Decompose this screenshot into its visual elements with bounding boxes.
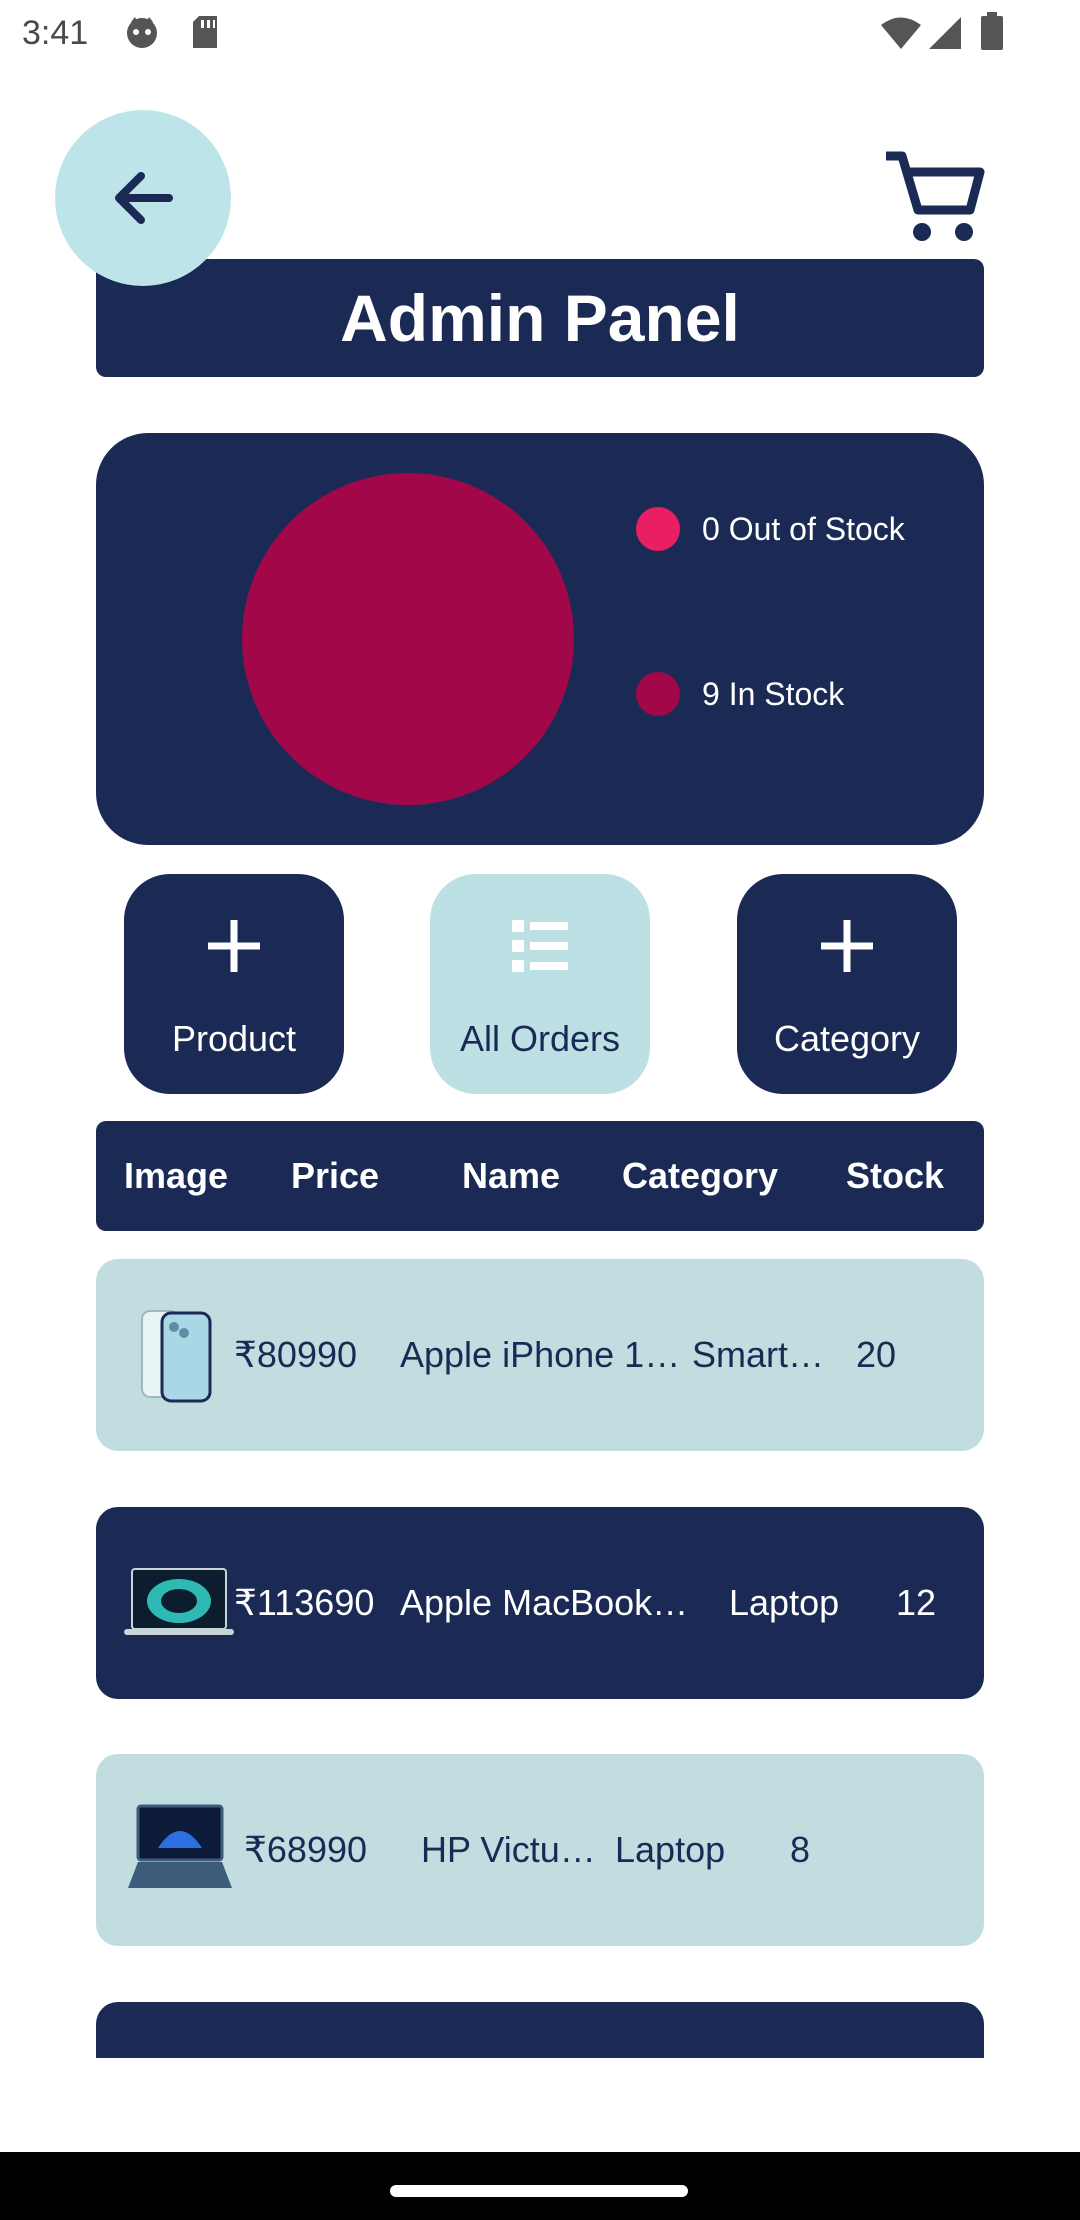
product-row[interactable]: ₹80990 Apple iPhone 1… Smart… 20	[96, 1259, 984, 1451]
table-header: Image Price Name Category Stock	[96, 1121, 984, 1231]
page-title: Admin Panel	[340, 281, 740, 355]
row-category: Laptop	[615, 1829, 726, 1870]
arrow-left-icon	[115, 172, 173, 224]
plus-icon	[821, 920, 873, 972]
add-category-button[interactable]: Category	[737, 874, 957, 1094]
all-orders-label: All Orders	[459, 1018, 621, 1059]
header-price: Price	[291, 1155, 380, 1196]
row-category: Smart…	[692, 1334, 825, 1375]
add-product-label: Product	[171, 1018, 297, 1059]
legend-in-stock: 9 In Stock	[636, 672, 844, 716]
add-product-button[interactable]: Product	[124, 874, 344, 1094]
row-name: Apple iPhone 1…	[400, 1334, 681, 1375]
plus-icon	[208, 920, 260, 972]
status-time: 3:41	[22, 14, 89, 52]
header-stock: Stock	[846, 1155, 945, 1196]
row-category: Laptop	[729, 1582, 840, 1623]
header-name: Name	[462, 1155, 561, 1196]
face-icon	[127, 17, 157, 48]
page-title-bar: Admin Panel	[96, 259, 984, 377]
legend-label-out-of-stock: 0 Out of Stock	[702, 510, 905, 547]
header-image: Image	[124, 1155, 229, 1196]
battery-icon	[981, 12, 1003, 50]
legend-dot-in-stock	[636, 672, 680, 716]
product-row[interactable]: ₹68990 HP Victu… Laptop 8	[96, 1754, 984, 1946]
product-row[interactable]: ₹113690 Apple MacBook… Laptop 12	[96, 1507, 984, 1699]
stock-chart-card: 0 Out of Stock 9 In Stock	[96, 433, 984, 845]
row-stock: 12	[896, 1582, 937, 1623]
row-price: ₹80990	[234, 1334, 358, 1375]
signal-icon	[929, 17, 961, 49]
list-icon	[512, 920, 568, 972]
row-name: Apple MacBook…	[400, 1582, 689, 1623]
home-handle[interactable]	[390, 2185, 688, 2197]
legend-label-in-stock: 9 In Stock	[702, 675, 845, 712]
all-orders-button[interactable]: All Orders	[430, 874, 650, 1094]
hp-laptop-thumbnail	[128, 1804, 232, 1888]
row-price: ₹68990	[244, 1829, 368, 1870]
legend-out-of-stock: 0 Out of Stock	[636, 507, 905, 551]
row-stock: 20	[856, 1334, 897, 1375]
add-category-label: Category	[773, 1018, 921, 1059]
row-price: ₹113690	[234, 1582, 375, 1623]
pie-slice-in-stock	[242, 473, 574, 805]
row-stock: 8	[790, 1829, 811, 1870]
cart-button[interactable]	[880, 148, 986, 244]
back-button[interactable]	[55, 110, 231, 286]
status-bar: 3:41	[0, 0, 1080, 66]
cart-icon	[886, 151, 985, 241]
header-category: Category	[622, 1155, 779, 1196]
sd-card-icon	[193, 16, 217, 48]
system-nav-bar	[0, 2152, 1080, 2220]
product-row[interactable]	[96, 2002, 984, 2058]
row-name: HP Victu…	[421, 1829, 596, 1870]
iphone-thumbnail	[141, 1310, 212, 1403]
wifi-icon	[881, 17, 921, 49]
legend-dot-out-of-stock	[636, 507, 680, 551]
macbook-thumbnail	[124, 1568, 234, 1635]
stock-pie-chart	[242, 473, 574, 805]
